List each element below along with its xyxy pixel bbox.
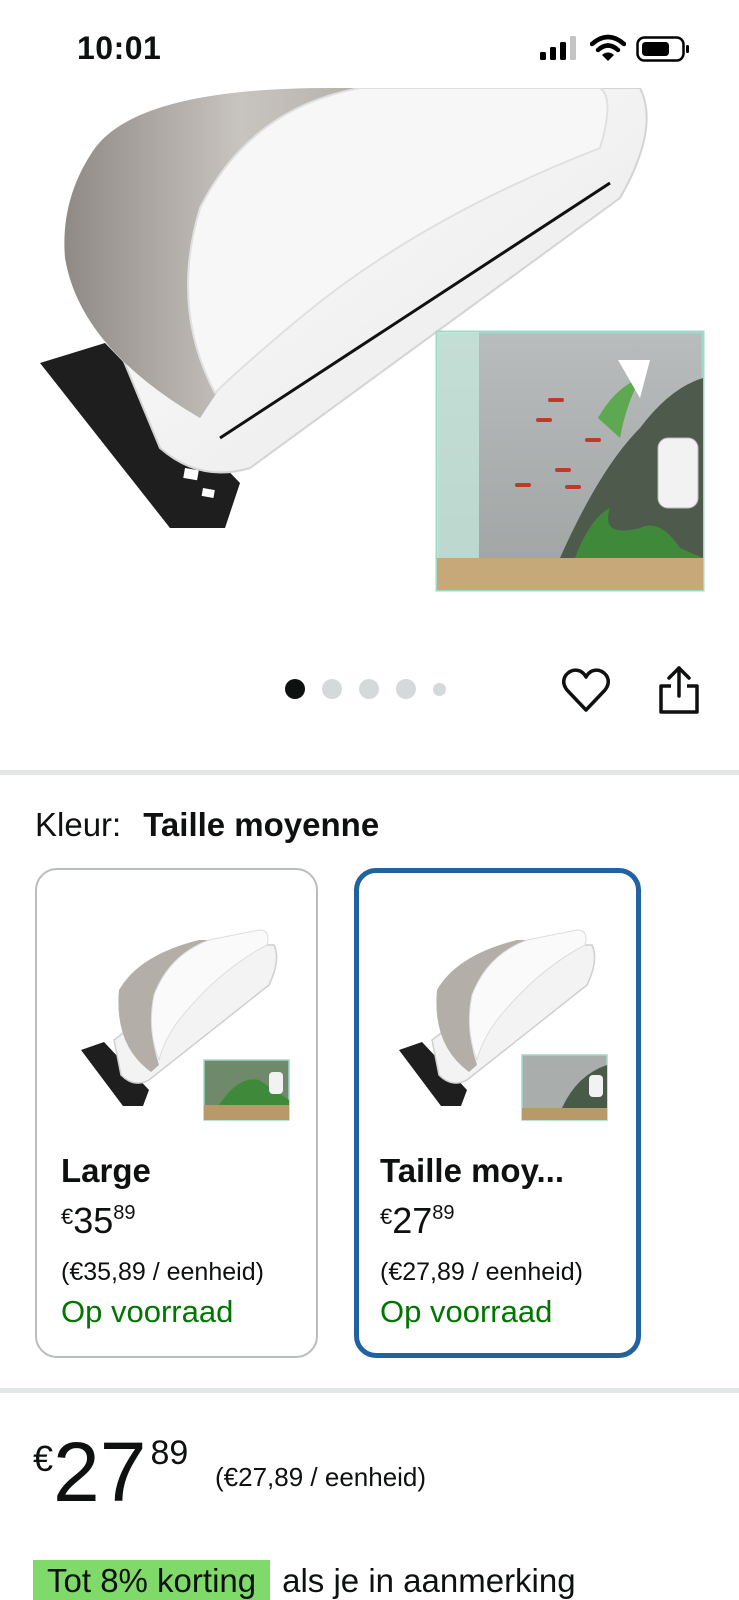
price-currency: € [380, 1204, 393, 1229]
wishlist-heart-icon[interactable] [560, 664, 612, 716]
variant-thumbnail [81, 929, 290, 1121]
variant-availability: Op voorraad [380, 1294, 553, 1329]
status-time: 10:01 [77, 30, 162, 66]
image-pager[interactable] [285, 678, 446, 700]
main-unit-price: (€27,89 / eenheid) [215, 1462, 427, 1492]
variant-name: Taille moy... [380, 1152, 564, 1189]
price-fraction: 89 [150, 1434, 189, 1472]
variation-label: Kleur: [35, 806, 122, 843]
pager-dot[interactable] [396, 679, 416, 699]
variant-name: Large [61, 1152, 151, 1189]
variant-thumbnail [399, 929, 608, 1121]
battery-icon [636, 36, 689, 62]
section-divider [0, 770, 739, 775]
pager-dot[interactable] [285, 679, 305, 699]
discount-text: als je in aanmerking [282, 1562, 576, 1599]
price-fraction: 89 [113, 1202, 136, 1224]
variant-price: € 35 89 [61, 1200, 136, 1242]
variation-selected-value: Taille moyenne [143, 806, 380, 843]
pager-dot[interactable] [322, 679, 342, 699]
discount-row: Tot 8% korting als je in aanmerking [33, 1560, 576, 1600]
section-divider [0, 1388, 739, 1393]
variant-availability: Op voorraad [61, 1294, 234, 1329]
status-bar: 10:01 [0, 0, 739, 92]
price-fraction: 89 [432, 1202, 455, 1224]
variant-card-taille-moyenne[interactable]: Taille moy... € 27 89 (€27,89 / eenheid)… [354, 868, 641, 1358]
wifi-icon [590, 34, 626, 61]
price-whole: 27 [53, 1425, 147, 1519]
price-whole: 27 [392, 1200, 433, 1241]
pager-dot[interactable] [433, 682, 446, 696]
product-image-carousel[interactable] [0, 88, 739, 648]
product-image [40, 88, 705, 592]
variant-unit-price: (€35,89 / eenheid) [61, 1258, 264, 1286]
price-currency: € [61, 1204, 74, 1229]
discount-badge: Tot 8% korting [33, 1560, 271, 1600]
price-whole: 35 [73, 1200, 114, 1241]
variant-price: € 27 89 [380, 1200, 455, 1242]
share-icon[interactable] [655, 664, 703, 716]
variant-card-large[interactable]: Large € 35 89 (€35,89 / eenheid) Op voor… [35, 868, 318, 1358]
price-currency: € [33, 1438, 54, 1479]
variant-unit-price: (€27,89 / eenheid) [380, 1258, 583, 1286]
main-price: € 27 89 [33, 1430, 188, 1514]
pager-dot[interactable] [359, 679, 379, 699]
cellular-signal-icon [540, 36, 576, 60]
variation-label-row: Kleur: Taille moyenne [35, 806, 379, 844]
